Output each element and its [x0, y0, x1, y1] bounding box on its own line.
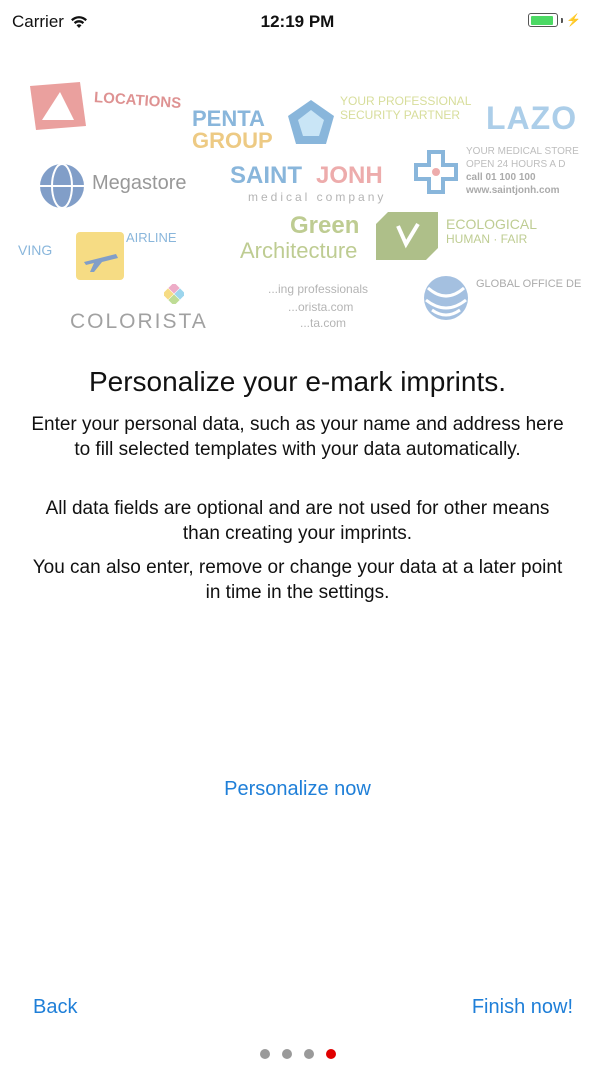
medical-cross-icon: [414, 150, 458, 194]
saint-url-text: www.saintjonh.com: [466, 185, 560, 196]
global-office-text: GLOBAL OFFICE DE: [476, 278, 582, 290]
medical-store-text: YOUR MEDICAL STORE: [466, 146, 579, 157]
professionals-text: ...ing professionals: [268, 282, 369, 296]
status-bar: Carrier 12:19 PM ⚡: [0, 0, 595, 44]
page-dot[interactable]: [303, 1049, 314, 1059]
security-text: SECURITY PARTNER: [340, 108, 461, 122]
open-hours-text: OPEN 24 HOURS A D: [466, 159, 566, 170]
page-dot[interactable]: [281, 1049, 292, 1059]
page-indicator[interactable]: [0, 1049, 595, 1059]
finish-now-button[interactable]: Finish now!: [472, 996, 573, 1019]
global-office-globe-icon: [424, 276, 468, 320]
page-title: Personalize your e-mark imprints.: [88, 366, 507, 397]
group-text: GROUP: [192, 128, 273, 153]
penta-logo-icon: [288, 100, 334, 144]
settings-paragraph: You can also enter, remove or change you…: [32, 557, 563, 603]
ving-text: VING: [18, 242, 53, 258]
green-architecture-logo-icon: [376, 212, 438, 260]
ta-com-text: ...ta.com: [300, 316, 347, 330]
airline-plane-icon: [76, 232, 124, 280]
megastore-text: Megastore: [92, 172, 187, 194]
professional-text: YOUR PROFESSIONAL: [340, 94, 472, 108]
page-dot-active[interactable]: [325, 1049, 336, 1059]
saint-text: SAINT: [230, 162, 302, 189]
call-text: call 01 100 100: [466, 172, 536, 183]
personalize-now-button[interactable]: Personalize now: [0, 778, 595, 801]
optional-fields-paragraph: All data fields are optional and are not…: [45, 498, 550, 544]
back-button[interactable]: Back: [33, 996, 77, 1019]
megastore-globe-icon: [40, 163, 84, 209]
template-logo-collage: LOCATIONS PENTA GROUP YOUR PROFESSIONAL …: [18, 70, 582, 350]
medical-company-text: medical company: [248, 190, 387, 204]
locations-text: LOCATIONS: [93, 88, 182, 113]
green-text: Green: [290, 212, 360, 239]
ecological-text: ECOLOGICAL: [446, 216, 538, 232]
human-fair-text: HUMAN · FAIR: [446, 232, 528, 246]
colorista-text: COLORISTA: [70, 310, 208, 333]
locations-logo-icon: [30, 82, 86, 130]
intro-paragraph: Enter your personal data, such as your n…: [31, 414, 564, 460]
status-time: 12:19 PM: [260, 12, 335, 31]
orista-text: ...orista.com: [288, 300, 354, 314]
architecture-text: Architecture: [240, 238, 358, 263]
battery-icon: [528, 13, 559, 27]
page-dot[interactable]: [259, 1049, 270, 1059]
airline-text: AIRLINE: [126, 230, 177, 245]
jonh-text: JONH: [316, 162, 383, 189]
battery-indicator: ⚡: [528, 13, 581, 27]
charging-bolt-icon: ⚡: [566, 13, 581, 27]
lazo-text: LAZO: [486, 100, 578, 136]
colorista-logo-icon: [164, 284, 184, 304]
